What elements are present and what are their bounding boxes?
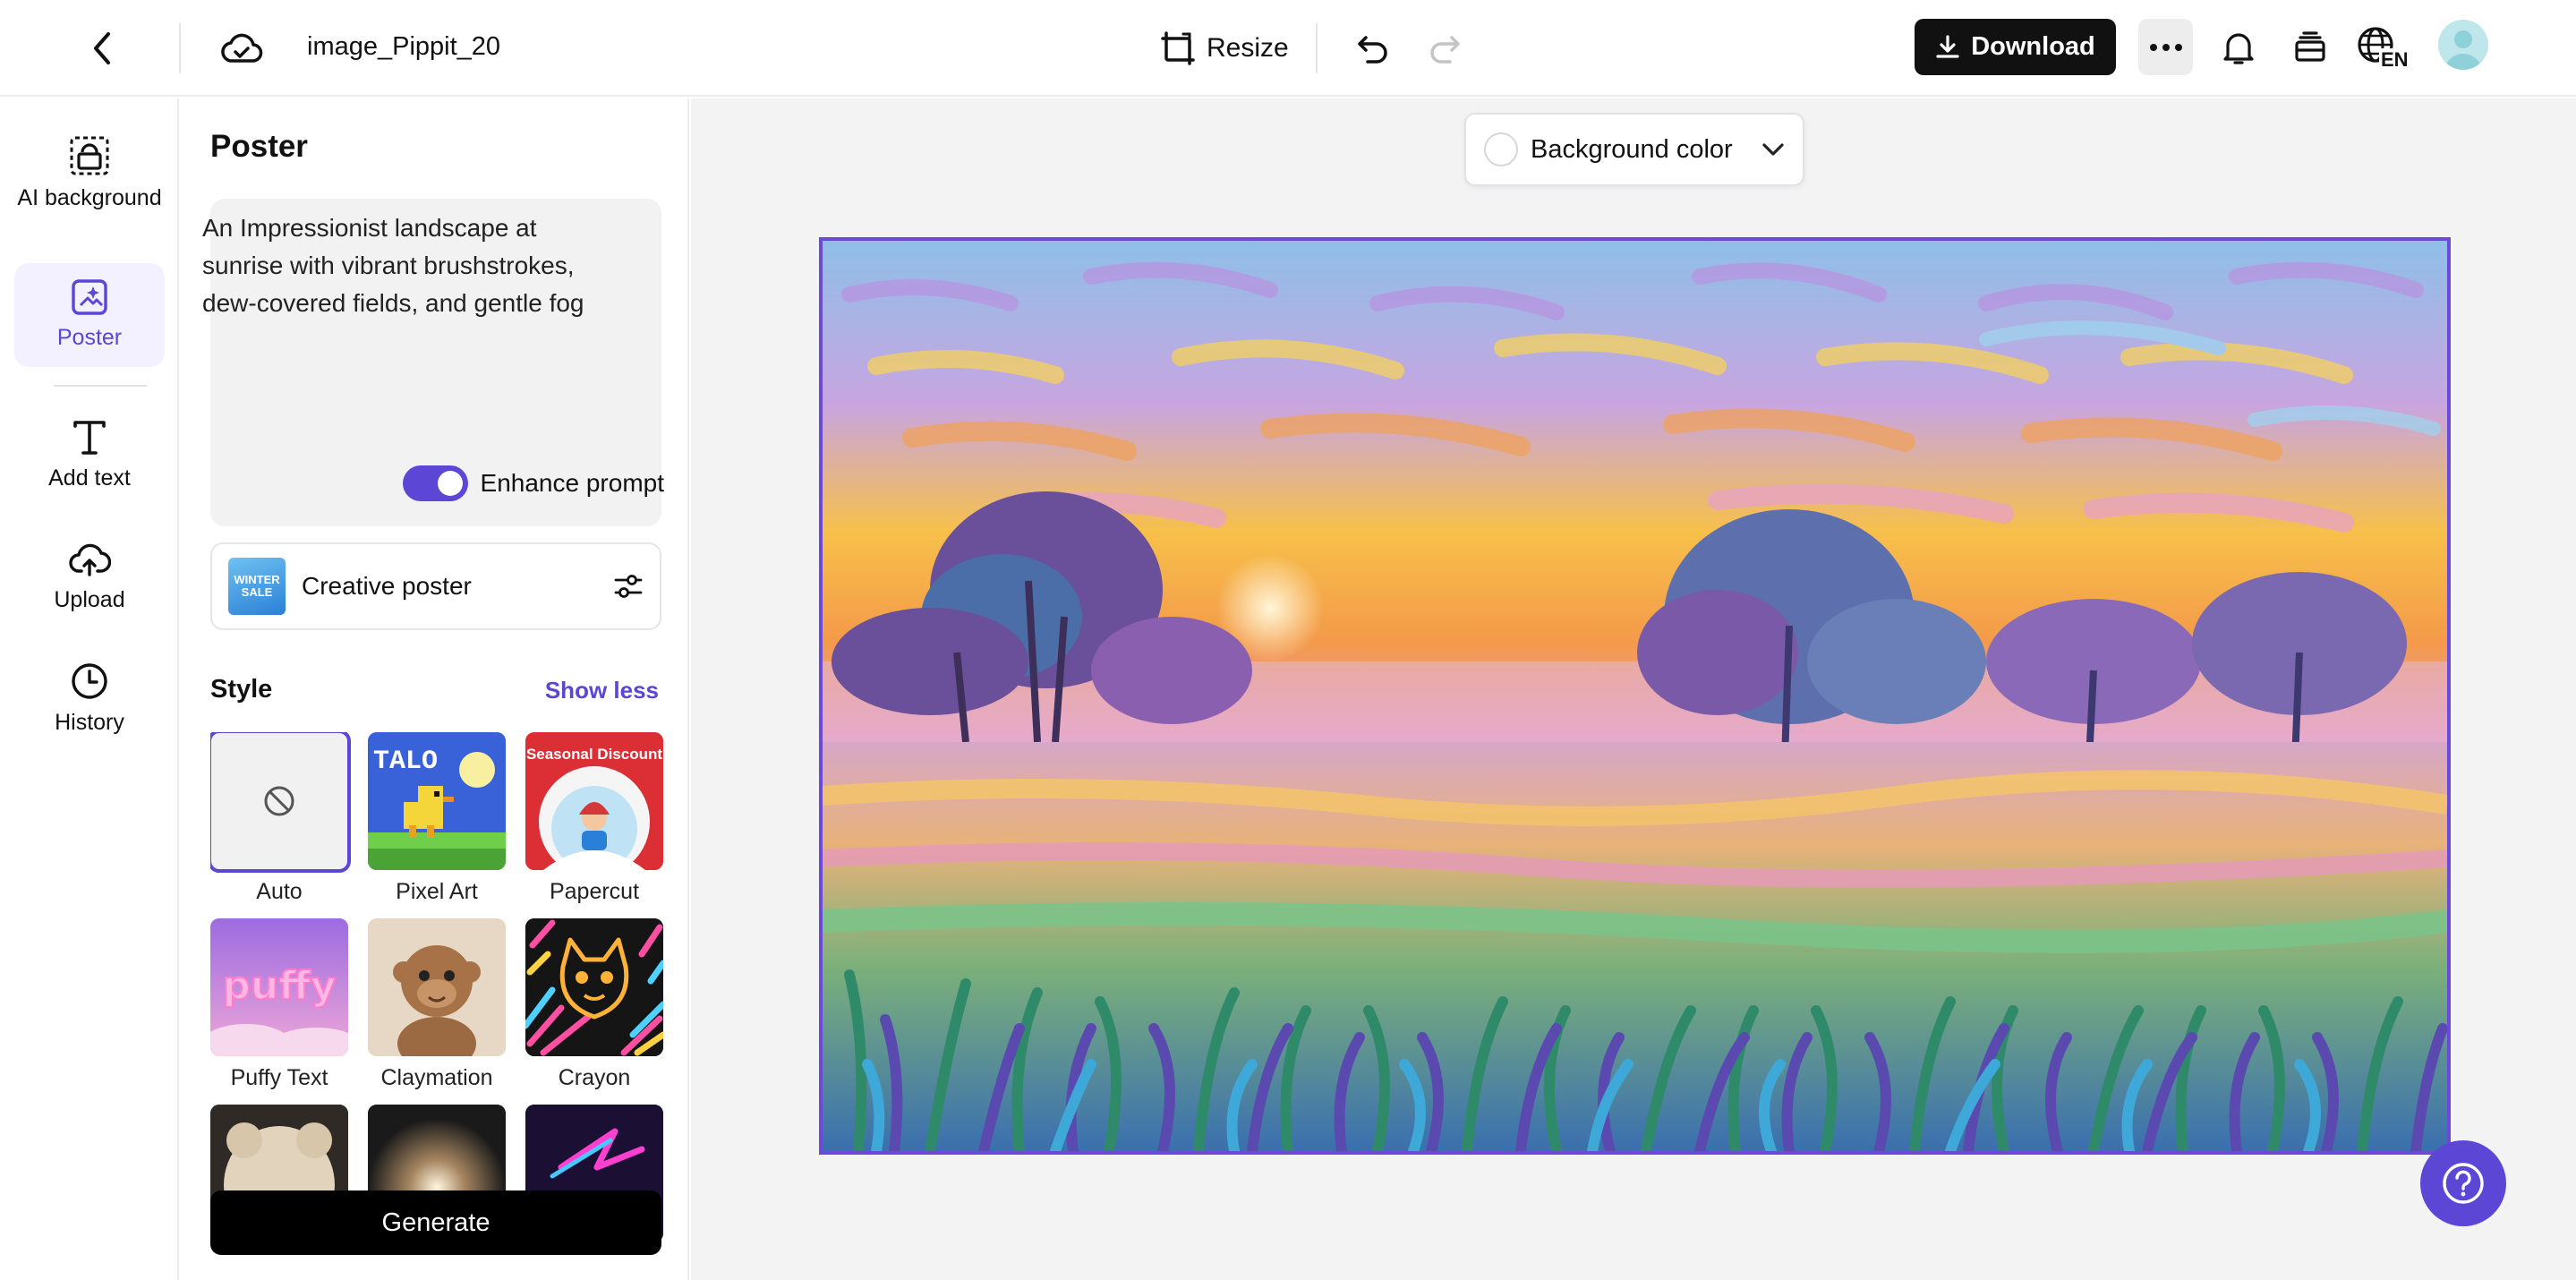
rail-item-label: History (55, 710, 124, 735)
generated-image[interactable] (819, 237, 2451, 1155)
style-label: Crayon (558, 1065, 631, 1090)
papercut-thumb-text: Seasonal Discount (526, 746, 662, 763)
style-thumb (210, 732, 351, 873)
sliders-icon[interactable] (613, 573, 644, 600)
style-thumb (368, 918, 506, 1056)
cloud-sync-button[interactable] (213, 21, 270, 75)
divider (179, 23, 181, 73)
style-tile-crayon[interactable]: Crayon (525, 918, 663, 1091)
rail-item-label: Add text (48, 465, 131, 491)
ai-background-icon (70, 136, 109, 175)
style-label: Auto (256, 879, 303, 904)
style-label: Papercut (549, 879, 640, 904)
puffy-thumb-text: puffy (222, 963, 336, 1009)
papercut-thumbnail: Seasonal Discount (525, 732, 663, 870)
style-label: Puffy Text (230, 1065, 328, 1090)
claymation-thumbnail (368, 918, 506, 1056)
rail-item-label: AI background (17, 185, 162, 210)
style-label: Pixel Art (396, 879, 478, 904)
text-icon (73, 421, 106, 455)
notifications-button[interactable] (2212, 19, 2265, 75)
back-button[interactable] (75, 21, 129, 75)
redo-icon (1430, 36, 1460, 64)
chevron-down-icon (1762, 143, 1784, 156)
template-label: Creative poster (302, 572, 472, 600)
canvas-area: Background color (691, 98, 2576, 1280)
top-bar: image_Pippit_20 Resize Download EN (0, 0, 2576, 97)
template-selector[interactable]: WINTER SALE Creative poster (210, 542, 661, 630)
rail-item-ai-background[interactable]: AI background (14, 120, 165, 227)
crayon-thumbnail (525, 918, 663, 1056)
undo-icon (1358, 36, 1387, 64)
style-tile-puffy-text[interactable]: puffy Puffy Text (210, 918, 348, 1091)
color-swatch (1484, 132, 1518, 166)
resize-label: Resize (1207, 33, 1289, 63)
enhance-prompt-toggle[interactable] (402, 465, 468, 501)
rail-item-history[interactable]: History (14, 650, 165, 748)
style-thumb (525, 918, 663, 1056)
pixel-art-thumbnail: TALO (368, 732, 506, 870)
pixel-thumb-text: TALO (373, 747, 438, 777)
style-tile-auto[interactable]: Auto (210, 732, 351, 905)
generate-button[interactable]: Generate (210, 1190, 661, 1255)
file-name[interactable]: image_Pippit_20 (307, 27, 500, 66)
style-tile-claymation[interactable]: Claymation (368, 918, 506, 1091)
rail-item-label: Poster (56, 325, 123, 350)
language-code: EN (2381, 48, 2409, 70)
style-thumb: TALO (368, 732, 506, 870)
style-section-title: Style (210, 675, 273, 704)
template-thumb-text: WINTER SALE (234, 573, 280, 599)
style-thumb: Seasonal Discount (525, 732, 663, 870)
help-circle-icon (2443, 1163, 2484, 1204)
download-icon (1936, 34, 1959, 58)
rail-item-upload[interactable]: Upload (14, 528, 165, 627)
style-label: Claymation (380, 1065, 493, 1090)
avatar[interactable] (2438, 20, 2488, 70)
help-button[interactable] (2420, 1140, 2506, 1226)
left-rail: AI background Poster Add text Upload His… (0, 98, 179, 1280)
rail-divider (54, 385, 147, 387)
bell-icon (2223, 32, 2254, 64)
download-button[interactable]: Download (1915, 19, 2116, 75)
enhance-prompt-toggle-row[interactable]: Enhance prompt (402, 465, 664, 501)
redo-button[interactable] (1420, 21, 1470, 75)
stack-icon (2295, 30, 2325, 62)
layers-button[interactable] (2283, 19, 2337, 75)
panel-title: Poster (210, 129, 308, 164)
style-tile-pixel-art[interactable]: TALO Pixel Art (368, 732, 506, 905)
undo-button[interactable] (1348, 21, 1398, 75)
background-color-dropdown[interactable]: Background color (1464, 113, 1804, 186)
template-thumbnail: WINTER SALE (228, 558, 286, 615)
chevron-left-icon (94, 32, 110, 64)
rail-item-add-text[interactable]: Add text (14, 406, 165, 505)
background-color-label: Background color (1531, 134, 1733, 164)
show-less-link[interactable]: Show less (545, 677, 659, 704)
resize-button[interactable]: Resize (1149, 21, 1300, 75)
rail-item-poster[interactable]: Poster (14, 263, 165, 367)
poster-panel: Poster An Impressionist landscape at sun… (181, 98, 689, 1280)
puffy-text-thumbnail: puffy (210, 918, 348, 1056)
more-horizontal-icon (2149, 43, 2182, 51)
resize-icon (1161, 31, 1195, 65)
style-tile-papercut[interactable]: Seasonal Discount Papercut (525, 732, 663, 905)
poster-icon (72, 279, 107, 315)
enhance-prompt-label: Enhance prompt (480, 469, 664, 497)
upload-cloud-icon (69, 543, 111, 576)
download-label: Download (1971, 32, 2095, 61)
user-avatar-icon (2445, 30, 2481, 70)
cloud-check-icon (221, 33, 263, 63)
rail-item-label: Upload (54, 587, 125, 612)
prohibited-icon (264, 786, 294, 816)
divider (1316, 23, 1318, 73)
clock-icon (72, 663, 107, 699)
globe-icon: EN (2358, 26, 2415, 70)
impressionist-landscape-image (823, 241, 2447, 1151)
more-options-button[interactable] (2138, 19, 2193, 75)
style-thumb: puffy (210, 918, 348, 1056)
language-button[interactable]: EN (2356, 19, 2418, 75)
prompt-input[interactable]: An Impressionist landscape at sunrise wi… (202, 209, 614, 322)
